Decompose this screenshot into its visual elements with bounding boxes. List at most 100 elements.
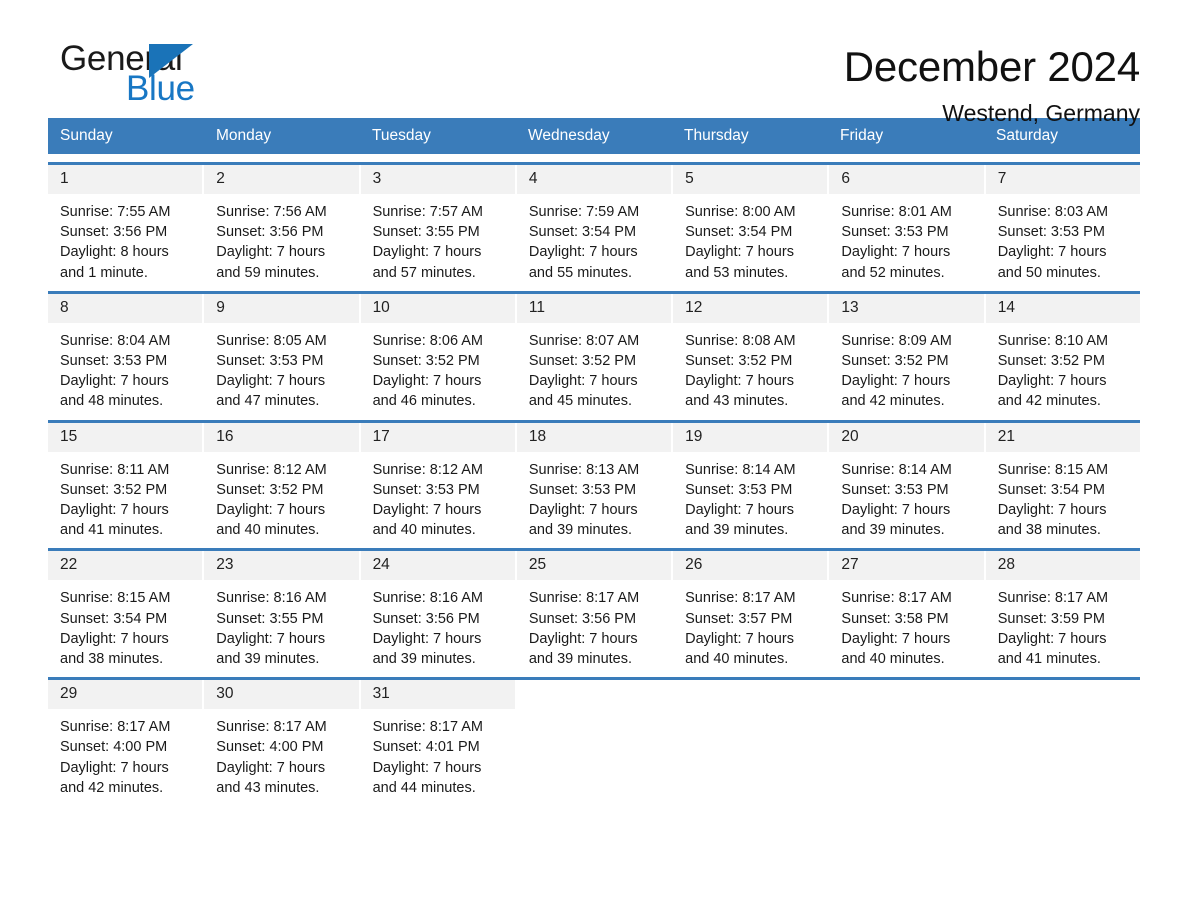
sunset-text: Sunset: 3:54 PM: [997, 481, 1105, 498]
day-cell[interactable]: 31 Sunrise: 8:17 AM Sunset: 4:01 PM Dayl…: [360, 680, 515, 798]
day-number-band: 4: [516, 165, 672, 194]
day-cell[interactable]: 8 Sunrise: 8:04 AM Sunset: 3:53 PM Dayli…: [48, 293, 203, 412]
daylight-text-line2: and 41 minutes.: [997, 651, 1101, 668]
daylight-text-line2: and 52 minutes.: [841, 264, 945, 281]
day-cell[interactable]: 30 Sunrise: 8:17 AM Sunset: 4:00 PM Dayl…: [204, 680, 359, 798]
sunrise-text: Sunrise: 8:10 AM: [997, 332, 1109, 349]
day-cell[interactable]: 27 Sunrise: 8:17 AM Sunset: 3:58 PM Dayl…: [829, 551, 984, 669]
sunrise-text: Sunrise: 8:00 AM: [685, 204, 796, 220]
day-cell[interactable]: 1 Sunrise: 7:55 AM Sunset: 3:56 PM Dayli…: [48, 165, 203, 283]
day-cell[interactable]: 22 Sunrise: 8:15 AM Sunset: 3:54 PM Dayl…: [48, 551, 203, 669]
day-cell[interactable]: 5 Sunrise: 8:00 AM Sunset: 3:54 PM Dayli…: [673, 165, 828, 283]
daylight-text-line1: Daylight: 7 hours: [216, 244, 326, 261]
day-details: Sunrise: 8:03 AM Sunset: 3:53 PM Dayligh…: [986, 194, 1140, 283]
page-title: December 2024: [843, 43, 1140, 90]
day-number-band: 5: [673, 165, 828, 194]
sunrise-text: Sunrise: 8:14 AM: [841, 461, 952, 478]
day-number: 24: [372, 556, 390, 574]
day-cell[interactable]: 12 Sunrise: 8:08 AM Sunset: 3:52 PM Dayl…: [673, 293, 828, 412]
day-cell[interactable]: 6 Sunrise: 8:01 AM Sunset: 3:53 PM Dayli…: [829, 165, 984, 283]
day-cell[interactable]: 10 Sunrise: 8:06 AM Sunset: 3:52 PM Dayl…: [360, 293, 515, 412]
day-number: 25: [528, 556, 547, 574]
daylight-text-line2: and 39 minutes.: [528, 651, 633, 668]
daylight-text-line2: and 41 minutes.: [60, 522, 164, 539]
daylight-text-line2: and 39 minutes.: [372, 651, 476, 668]
day-number: 16: [216, 427, 234, 445]
day-cell[interactable]: 9 Sunrise: 8:05 AM Sunset: 3:53 PM Dayli…: [204, 293, 359, 412]
day-cell[interactable]: 2 Sunrise: 7:56 AM Sunset: 3:56 PM Dayli…: [204, 165, 359, 283]
daylight-text-line1: Daylight: 7 hours: [528, 502, 638, 519]
day-number: 9: [216, 298, 225, 316]
day-cell[interactable]: 28 Sunrise: 8:17 AM Sunset: 3:59 PM Dayl…: [985, 551, 1140, 669]
sunrise-text: Sunrise: 8:14 AM: [685, 461, 796, 478]
day-number-band: 23: [204, 551, 359, 581]
daylight-text-line2: and 45 minutes.: [528, 393, 633, 410]
day-cell[interactable]: 14 Sunrise: 8:10 AM Sunset: 3:52 PM Dayl…: [985, 293, 1140, 412]
daylight-text-line1: Daylight: 7 hours: [216, 759, 326, 776]
sunrise-text: Sunrise: 8:07 AM: [528, 332, 640, 349]
day-details: Sunrise: 8:12 AM Sunset: 3:52 PM Dayligh…: [204, 452, 358, 541]
day-number-band: 24: [360, 551, 515, 581]
day-number-band: [517, 680, 671, 707]
sunset-text: Sunset: 3:53 PM: [997, 224, 1105, 241]
calendar-page: General Blue December 2024 Westend, Germ…: [0, 0, 1188, 918]
sunset-text: Sunset: 3:56 PM: [60, 224, 168, 241]
sunrise-text: Sunrise: 8:17 AM: [216, 719, 327, 736]
day-details: Sunrise: 8:17 AM Sunset: 3:56 PM Dayligh…: [517, 580, 671, 669]
day-number-band: 13: [829, 293, 984, 323]
daylight-text-line1: Daylight: 7 hours: [372, 373, 482, 390]
day-details: Sunrise: 8:06 AM Sunset: 3:52 PM Dayligh…: [361, 323, 515, 412]
day-cell[interactable]: 23 Sunrise: 8:16 AM Sunset: 3:55 PM Dayl…: [204, 551, 359, 669]
daylight-text-line1: Daylight: 7 hours: [372, 630, 482, 647]
day-cell[interactable]: 18 Sunrise: 8:13 AM Sunset: 3:53 PM Dayl…: [516, 422, 672, 541]
day-details: Sunrise: 7:57 AM Sunset: 3:55 PM Dayligh…: [361, 194, 515, 283]
sunrise-text: Sunrise: 8:17 AM: [528, 590, 640, 607]
day-number: 17: [372, 427, 390, 445]
day-cell[interactable]: 16 Sunrise: 8:12 AM Sunset: 3:52 PM Dayl…: [204, 422, 359, 541]
day-cell[interactable]: 21 Sunrise: 8:15 AM Sunset: 3:54 PM Dayl…: [985, 422, 1140, 541]
daylight-text-line1: Daylight: 7 hours: [60, 502, 169, 519]
day-cell[interactable]: 17 Sunrise: 8:12 AM Sunset: 3:53 PM Dayl…: [360, 422, 515, 541]
day-cell[interactable]: 20 Sunrise: 8:14 AM Sunset: 3:53 PM Dayl…: [829, 422, 984, 541]
day-number: 18: [528, 427, 547, 445]
title-block: December 2024 Westend, Germany: [844, 40, 1140, 128]
sunrise-text: Sunrise: 7:59 AM: [528, 204, 640, 220]
day-cell[interactable]: 3 Sunrise: 7:57 AM Sunset: 3:55 PM Dayli…: [360, 165, 515, 283]
day-number-band: 29: [48, 680, 203, 710]
sunset-text: Sunset: 3:52 PM: [60, 481, 168, 498]
daylight-text-line2: and 40 minutes.: [685, 651, 789, 668]
day-cell[interactable]: 15 Sunrise: 8:11 AM Sunset: 3:52 PM Dayl…: [48, 422, 203, 541]
weekday-header-saturday: Saturday: [996, 127, 1059, 144]
day-number: 5: [685, 170, 694, 187]
day-cell[interactable]: 7 Sunrise: 8:03 AM Sunset: 3:53 PM Dayli…: [985, 165, 1140, 283]
sunset-text: Sunset: 3:54 PM: [685, 224, 793, 241]
daylight-text-line1: Daylight: 7 hours: [216, 373, 326, 390]
general-blue-logo: General Blue: [48, 40, 248, 112]
day-cell[interactable]: 25 Sunrise: 8:17 AM Sunset: 3:56 PM Dayl…: [516, 551, 672, 669]
day-cell[interactable]: 26 Sunrise: 8:17 AM Sunset: 3:57 PM Dayl…: [673, 551, 828, 669]
daylight-text-line2: and 42 minutes.: [841, 393, 945, 410]
day-cell[interactable]: 4 Sunrise: 7:59 AM Sunset: 3:54 PM Dayli…: [516, 165, 672, 283]
calendar-week-row: 22 Sunrise: 8:15 AM Sunset: 3:54 PM Dayl…: [48, 548, 1140, 669]
sunrise-text: Sunrise: 8:17 AM: [841, 590, 952, 607]
sunrise-text: Sunrise: 8:12 AM: [216, 461, 327, 478]
sunset-text: Sunset: 3:53 PM: [528, 481, 637, 498]
day-details: Sunrise: 8:17 AM Sunset: 4:00 PM Dayligh…: [204, 709, 358, 798]
day-cell[interactable]: 19 Sunrise: 8:14 AM Sunset: 3:53 PM Dayl…: [673, 422, 828, 541]
daylight-text-line2: and 39 minutes.: [685, 522, 789, 539]
calendar-week-row: 1 Sunrise: 7:55 AM Sunset: 3:56 PM Dayli…: [48, 162, 1140, 283]
day-number-band: 26: [673, 551, 828, 581]
daylight-text-line1: Daylight: 7 hours: [685, 502, 794, 519]
sunrise-text: Sunrise: 7:56 AM: [216, 204, 327, 220]
sunrise-text: Sunrise: 8:08 AM: [685, 332, 796, 349]
daylight-text-line1: Daylight: 7 hours: [685, 630, 794, 647]
day-number: 6: [841, 170, 851, 187]
day-cell[interactable]: 11 Sunrise: 8:07 AM Sunset: 3:52 PM Dayl…: [516, 293, 672, 412]
day-number-band: 11: [516, 293, 672, 323]
sunrise-text: Sunrise: 8:09 AM: [841, 332, 952, 349]
day-cell[interactable]: 24 Sunrise: 8:16 AM Sunset: 3:56 PM Dayl…: [360, 551, 515, 669]
day-cell[interactable]: 13 Sunrise: 8:09 AM Sunset: 3:52 PM Dayl…: [829, 293, 984, 412]
sunrise-text: Sunrise: 8:06 AM: [372, 332, 483, 349]
day-number-band: [829, 680, 983, 707]
day-cell[interactable]: 29 Sunrise: 8:17 AM Sunset: 4:00 PM Dayl…: [48, 680, 203, 798]
